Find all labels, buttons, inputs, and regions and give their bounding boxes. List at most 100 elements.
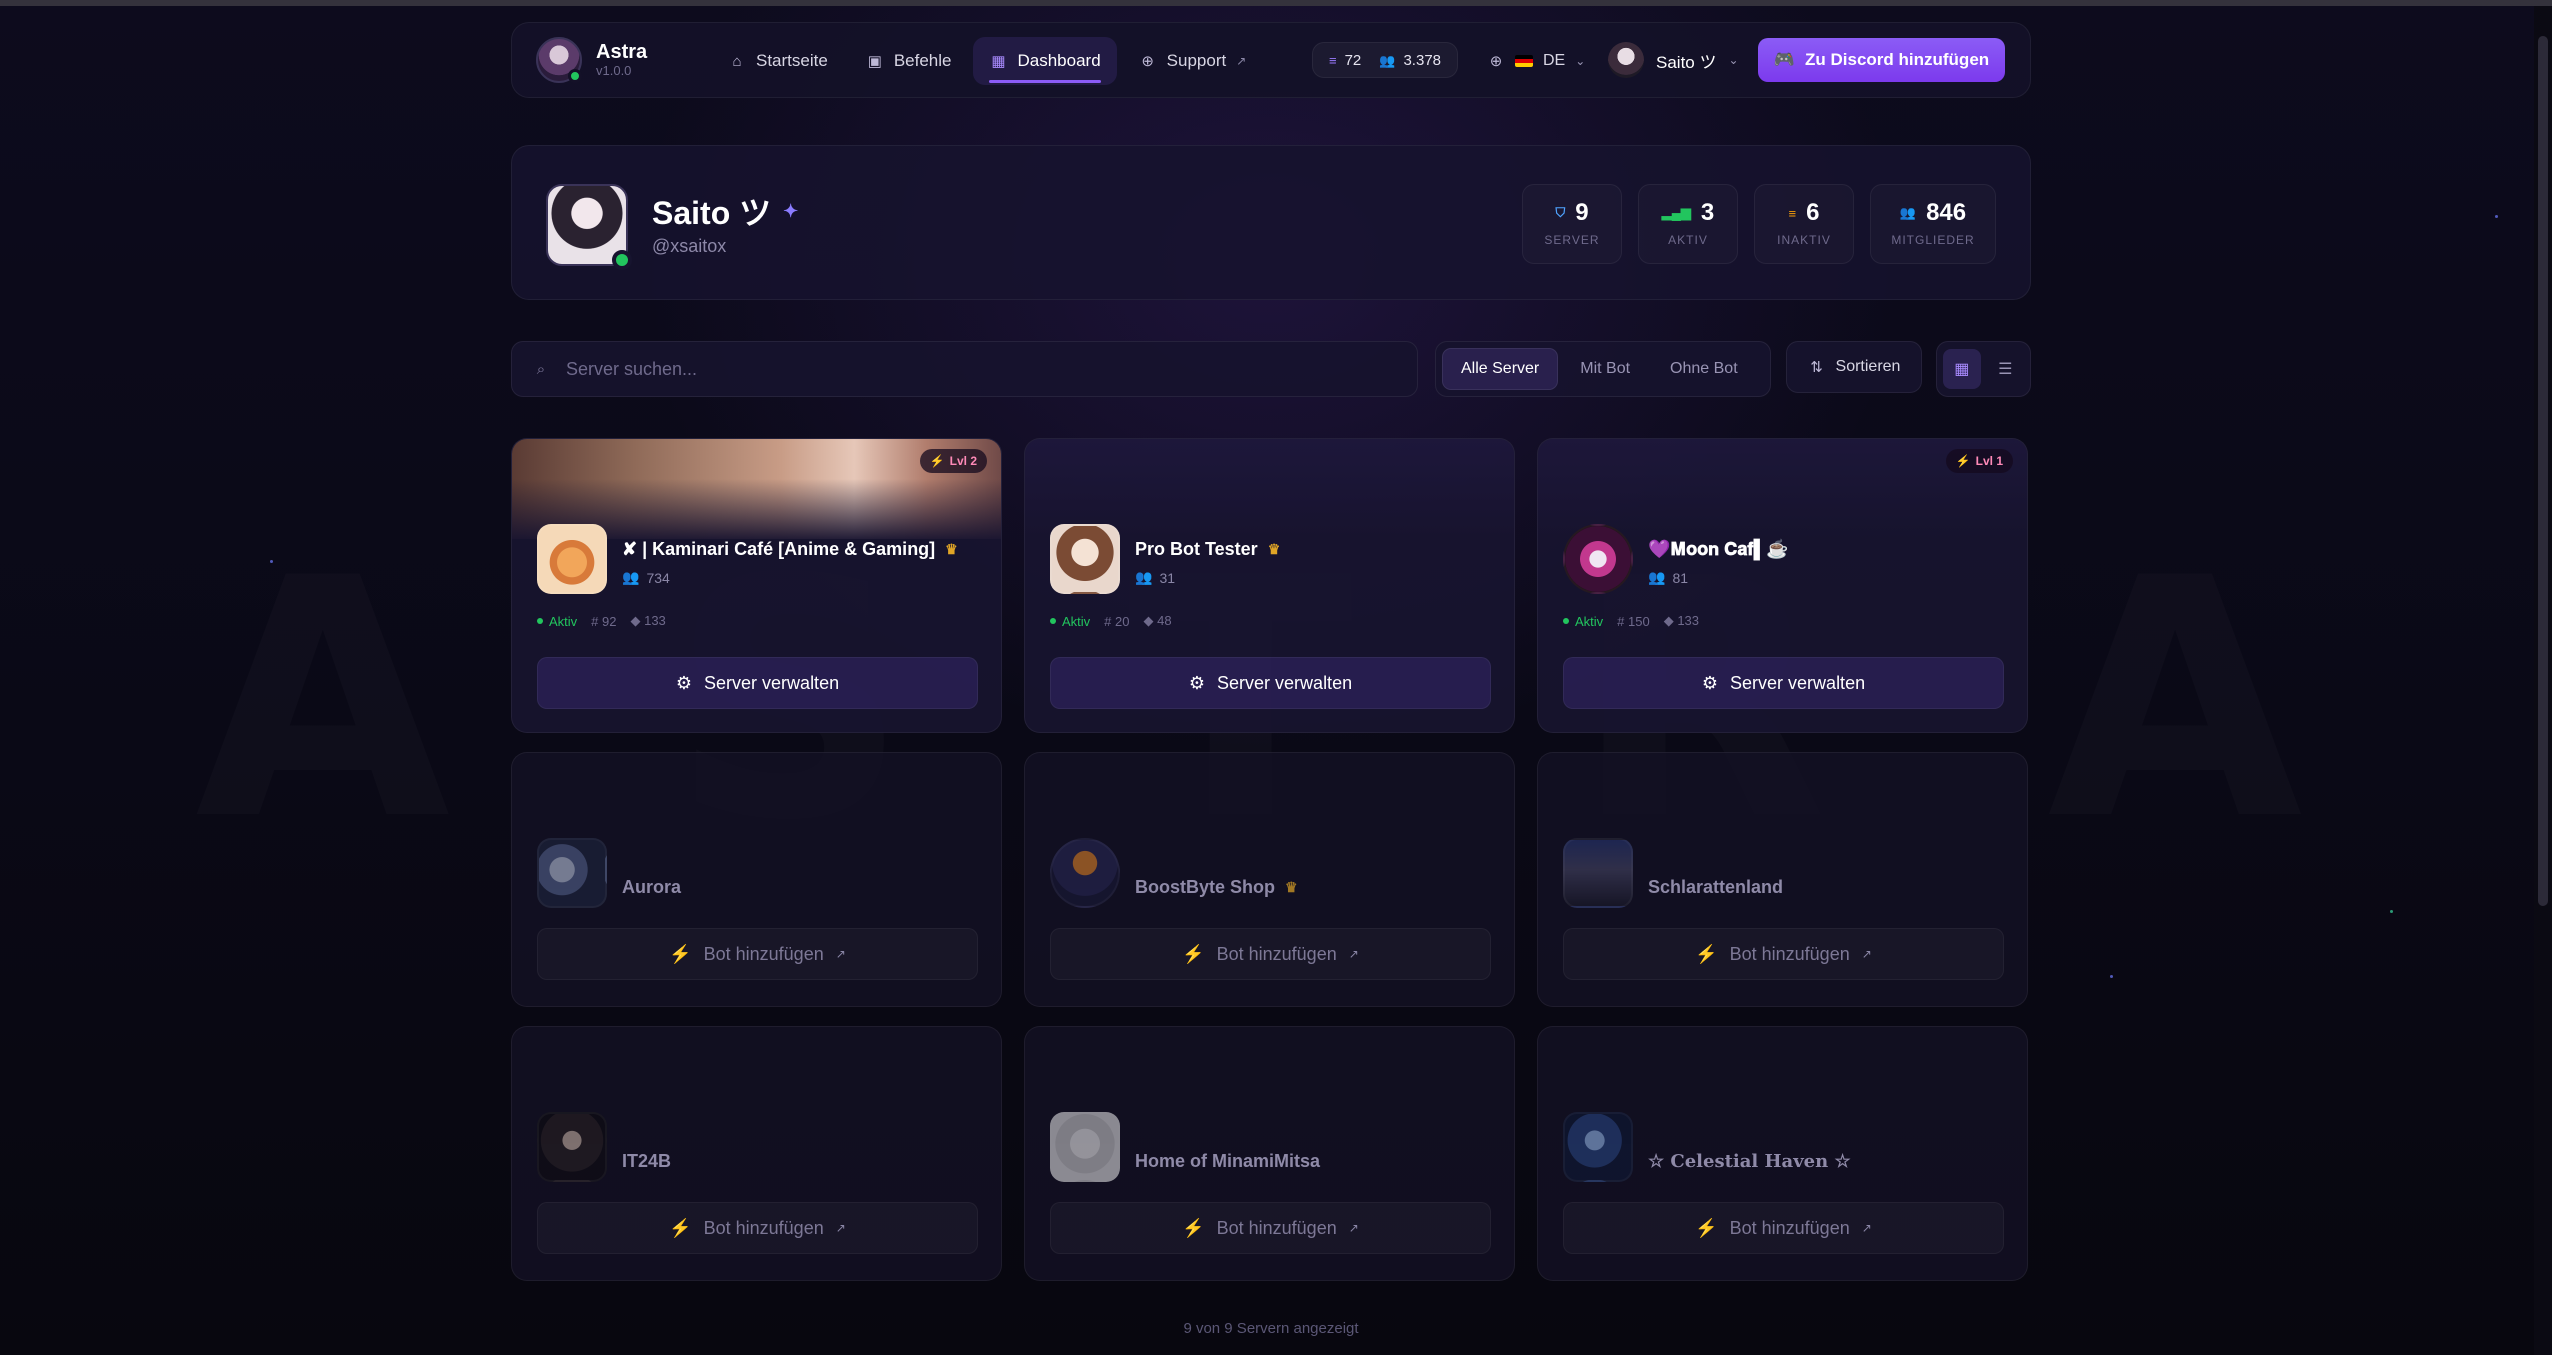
external-link-icon: ↗ [835,1221,846,1235]
nav-link-label: Startseite [756,51,828,70]
channel-count: 92 [602,613,617,629]
server-meta: Aktiv # 150 ◆ 133 [1563,613,1699,629]
top-navbar: Astra v1.0.0 ⌂ Startseite ▣ Befehle ▦ Da… [511,22,2031,98]
level-badge: ⚡ Lvl 2 [919,449,987,473]
brand-avatar [536,37,582,83]
server-card-no-bot: Aurora ⚡ Bot hinzufügen ↗ [511,752,1002,1007]
globe-icon: ⊕ [1489,53,1503,70]
nav-links: ⌂ Startseite ▣ Befehle ▦ Dashboard ⊕ Sup… [712,37,1262,85]
filter-with-bot[interactable]: Mit Bot [1562,348,1648,390]
bot-stats-pill: ≡ 72 👥 3.378 [1312,42,1459,78]
add-bot-label: Bot hinzufügen [703,943,824,964]
home-icon: ⌂ [732,52,742,70]
profile-name-text: Saito ツ [652,195,772,231]
server-stack-icon: ≡ [1329,52,1337,68]
sparkle-icon: ✦ [783,200,799,221]
sort-label: Sortieren [1835,358,1901,375]
grid-icon: ▦ [1954,361,1970,378]
filter-all-servers[interactable]: Alle Server [1442,348,1559,390]
users-icon: 👥 [622,569,640,585]
add-bot-button[interactable]: ⚡ Bot hinzufügen ↗ [1563,928,2004,980]
nav-link-label: Support [1166,51,1227,70]
server-name: 💜𝐌𝐨𝐨𝐧 𝐂𝐚𝐟▌☕ [1648,539,1789,560]
gear-icon: ⚙ [1188,672,1206,693]
nav-link-label: Befehle [893,51,952,70]
status-badge: Aktiv [1563,614,1603,629]
online-status-dot [612,250,632,270]
stat-aktiv: ▂▄▆ 3 AKTIV [1638,184,1738,264]
language-selector[interactable]: ⊕ DE ⌄ [1487,42,1586,80]
users-icon: 👥 [1648,569,1666,585]
user-avatar [1608,42,1644,78]
language-code: DE [1543,52,1566,69]
bolt-icon: ⚡ [669,1217,692,1238]
gear-icon: ⚙ [675,672,693,693]
role-count: 133 [644,613,666,628]
manage-server-button[interactable]: ⚙ Server verwalten [1050,657,1491,709]
terminal-icon: ▣ [867,53,882,70]
server-search-input[interactable] [566,358,1386,380]
server-name-text: 💜𝐌𝐨𝐨𝐧 𝐂𝐚𝐟▌☕ [1648,539,1789,559]
add-bot-button[interactable]: ⚡ Bot hinzufügen ↗ [537,928,978,980]
user-menu[interactable]: Saito ツ ⌄ [1608,39,1739,81]
server-card-no-bot: IT24B ⚡ Bot hinzufügen ↗ [511,1026,1002,1281]
background-star [2110,975,2113,978]
member-count: 👥 31 [1135,569,1175,586]
nav-link-befehle[interactable]: ▣ Befehle [850,37,968,85]
bolt-icon: ⚡ [1182,1217,1205,1238]
bolt-icon: ⚡ [1955,454,1971,468]
add-to-discord-button[interactable]: 🎮 Zu Discord hinzufügen [1758,38,2005,82]
member-count: 👥 81 [1648,569,1688,586]
add-bot-button[interactable]: ⚡ Bot hinzufügen ↗ [537,1202,978,1254]
german-flag-icon [1515,55,1533,67]
list-view-button[interactable]: ☰ [1987,349,2025,389]
grid-view-button[interactable]: ▦ [1943,349,1981,389]
add-bot-button[interactable]: ⚡ Bot hinzufügen ↗ [1050,928,1491,980]
crown-icon: ♛ [1267,541,1281,557]
server-name: IT24B [622,1151,672,1171]
server-count: 72 [1344,51,1362,69]
add-bot-button[interactable]: ⚡ Bot hinzufügen ↗ [1563,1202,2004,1254]
stat-mitglieder: 👥 846 MITGLIEDER [1870,184,1996,264]
nav-link-label: Dashboard [1017,51,1101,70]
manage-server-button[interactable]: ⚙ Server verwalten [1563,657,2004,709]
add-bot-button[interactable]: ⚡ Bot hinzufügen ↗ [1050,1202,1491,1254]
manage-server-button[interactable]: ⚙ Server verwalten [537,657,978,709]
server-card-no-bot: ☆ 𝐂𝐞𝐥𝐞𝐬𝐭𝐢𝐚𝐥 𝐇𝐚𝐯𝐞𝐧 ☆ ⚡ Bot hinzufügen ↗ [1537,1026,2028,1281]
tag-icon: ◆ [1663,613,1678,628]
external-link-icon: ↗ [1236,54,1247,68]
search-icon: ⌕ [536,360,546,378]
stat-value: 846 [1926,199,1967,226]
brand[interactable]: Astra v1.0.0 [536,37,647,83]
online-status-dot [568,69,582,83]
server-icon [1050,524,1120,594]
server-icon [1050,838,1120,908]
nav-link-dashboard[interactable]: ▦ Dashboard [973,37,1117,85]
external-link-icon: ↗ [835,947,846,961]
scrollbar-thumb[interactable] [2538,36,2548,906]
role-count: 133 [1677,613,1700,628]
bolt-icon: ⚡ [1695,943,1718,964]
profile-stats: ⛉ 9 SERVER ▂▄▆ 3 AKTIV ≡ 6 INAKTIV 👥 846 MIT… [1522,184,1996,264]
server-card: ⚡ Lvl 2 ✘ | Kaminari Café [Anime & Gaming… [511,438,1002,733]
server-icon [1563,838,1633,908]
nav-link-startseite[interactable]: ⌂ Startseite [712,37,844,85]
channels: # 92 [591,614,616,629]
hash-icon: # [1104,613,1116,629]
crown-icon: ♛ [945,541,958,557]
sort-button[interactable]: ⇅ Sortieren [1786,341,1922,393]
brand-name: Astra [596,41,648,63]
stat-server: ⛉ 9 SERVER [1522,184,1622,264]
channel-count: 20 [1115,613,1130,629]
profile-handle: @xsaitox [652,236,727,256]
filter-without-bot[interactable]: Ohne Bot [1652,348,1756,390]
nav-link-support[interactable]: ⊕ Support ↗ [1123,37,1263,85]
discord-icon: 🎮 [1773,50,1795,69]
page-scrollbar[interactable] [2534,6,2552,1355]
add-bot-label: Bot hinzufügen [1216,1217,1337,1238]
add-to-discord-label: Zu Discord hinzufügen [1805,50,1990,69]
shield-icon: ⛉ [1555,205,1566,220]
member-count-value: 734 [646,569,670,586]
server-icon [1563,524,1633,594]
status-badge: Aktiv [1050,614,1090,629]
